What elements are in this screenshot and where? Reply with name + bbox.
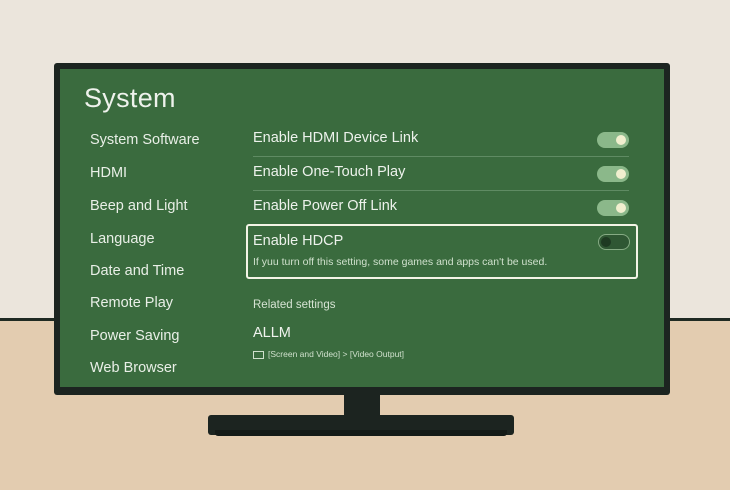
setting-label: Enable Power Off Link: [253, 198, 398, 214]
settings-path-text: [Screen and Video] > [Video Output]: [268, 349, 405, 359]
toggle-knob: [616, 135, 626, 145]
setting-row-hdcp[interactable]: Enable HDCP If yuu turn off this setting…: [246, 224, 638, 279]
setting-description: If yuu turn off this setting, some games…: [253, 256, 548, 268]
sidebar-item-beep-and-light[interactable]: Beep and Light: [90, 198, 188, 214]
sidebar-item-language[interactable]: Language: [90, 231, 155, 247]
setting-row-power-off-link[interactable]: Enable Power Off Link: [253, 190, 629, 224]
tv-stand-shadow: [215, 430, 507, 436]
sidebar-item-system-software[interactable]: System Software: [90, 132, 200, 148]
page-title: System: [84, 83, 176, 113]
sidebar-item-remote-play[interactable]: Remote Play: [90, 295, 173, 311]
sidebar-item-power-saving[interactable]: Power Saving: [90, 328, 179, 344]
related-settings-heading: Related settings: [253, 299, 336, 311]
tv-stand-neck: [344, 395, 380, 417]
setting-label: Enable HDCP: [253, 233, 344, 249]
power-off-link-toggle[interactable]: [597, 200, 629, 216]
one-touch-play-toggle[interactable]: [597, 166, 629, 182]
setting-row-one-touch-play[interactable]: Enable One-Touch Play: [253, 156, 629, 190]
toggle-knob: [616, 203, 626, 213]
settings-path: [Screen and Video] > [Video Output]: [253, 349, 404, 359]
setting-label: Enable One-Touch Play: [253, 164, 406, 180]
tv-screen: System System Software HDMI Beep and Lig…: [60, 69, 664, 387]
sidebar-item-date-and-time[interactable]: Date and Time: [90, 263, 184, 279]
hdcp-toggle[interactable]: [598, 234, 630, 250]
sidebar-item-web-browser[interactable]: Web Browser: [90, 360, 177, 376]
toggle-knob: [616, 169, 626, 179]
sidebar-item-hdmi[interactable]: HDMI: [90, 165, 127, 181]
setting-row-hdmi-device-link[interactable]: Enable HDMI Device Link: [253, 122, 629, 156]
tv-icon: [253, 350, 264, 359]
allm-link[interactable]: ALLM: [253, 325, 291, 341]
hdmi-device-link-toggle[interactable]: [597, 132, 629, 148]
toggle-knob: [601, 237, 611, 247]
setting-label: Enable HDMI Device Link: [253, 130, 419, 146]
